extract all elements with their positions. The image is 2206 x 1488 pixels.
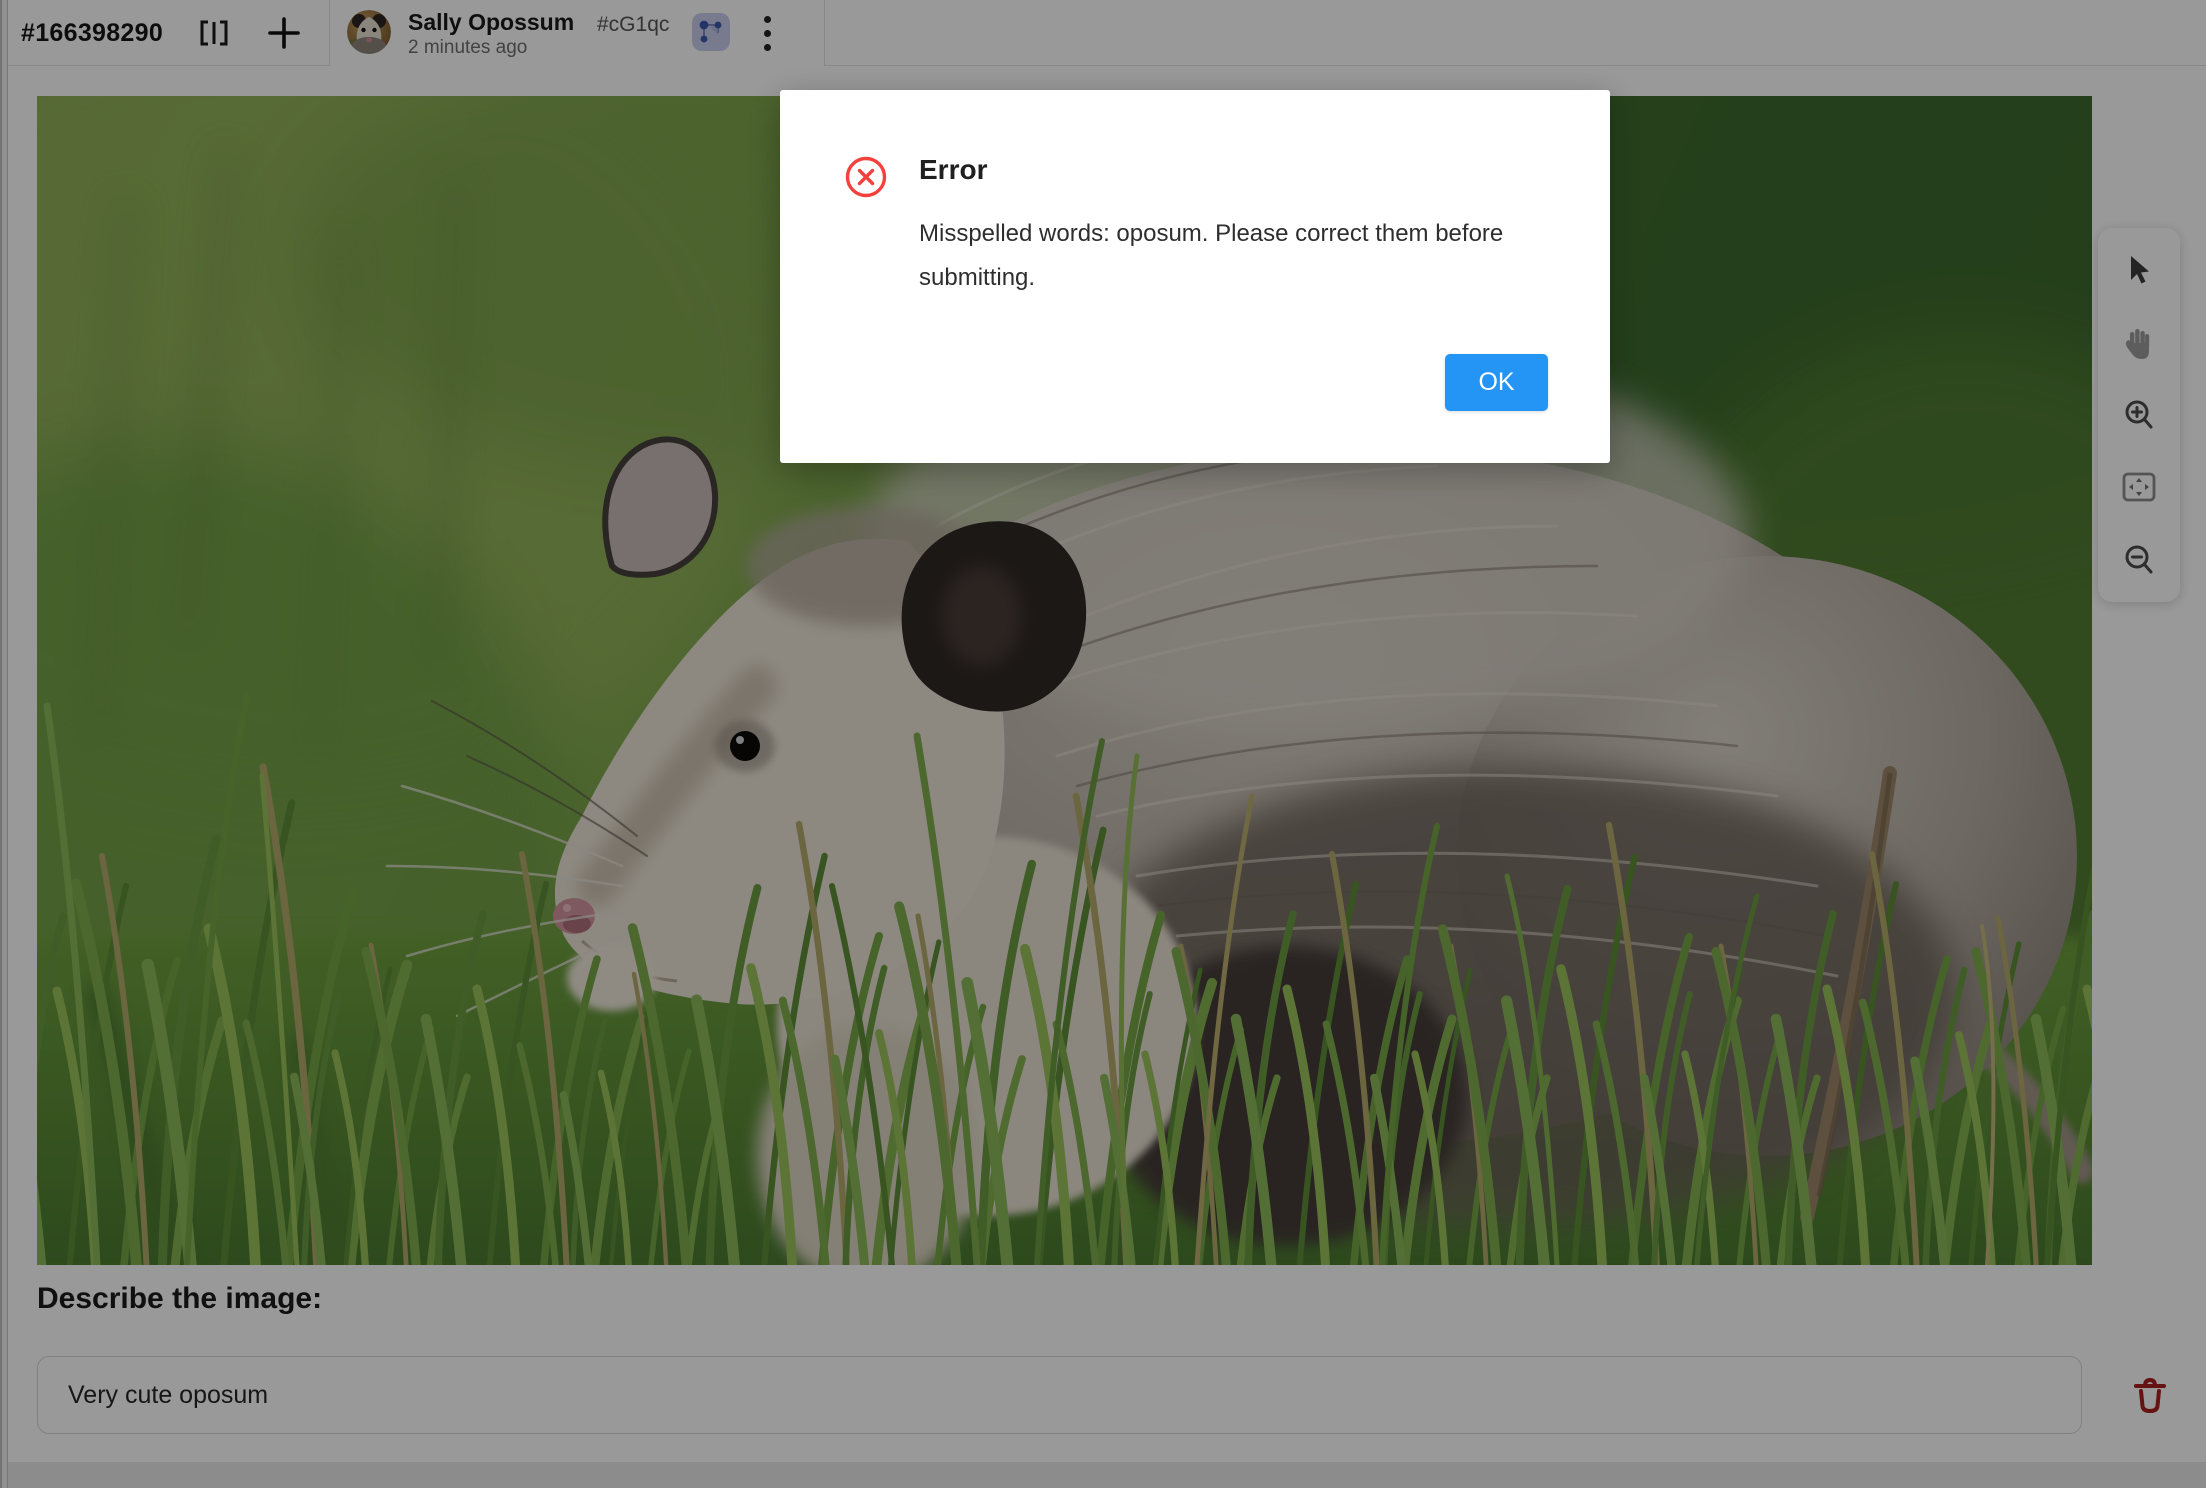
label-studio-window: #166398290	[0, 0, 2206, 1488]
error-dialog: Error Misspelled words: oposum. Please c…	[780, 90, 1610, 463]
dialog-title: Error	[919, 154, 987, 186]
ok-button[interactable]: OK	[1445, 354, 1548, 411]
dialog-message: Misspelled words: oposum. Please correct…	[919, 212, 1529, 300]
error-circle-x-icon	[845, 156, 887, 198]
